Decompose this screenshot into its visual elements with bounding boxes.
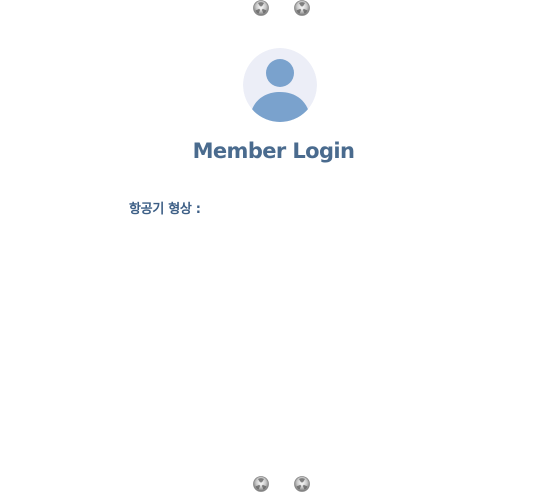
user-avatar-icon [243, 48, 317, 122]
rivet-icon [294, 0, 310, 16]
page-title: Member Login [192, 139, 355, 163]
aircraft-configuration-label: 항공기 형상 : [129, 202, 201, 217]
rivet-icon [253, 476, 269, 492]
rivet-icon [253, 0, 269, 16]
rivet-icon [294, 476, 310, 492]
